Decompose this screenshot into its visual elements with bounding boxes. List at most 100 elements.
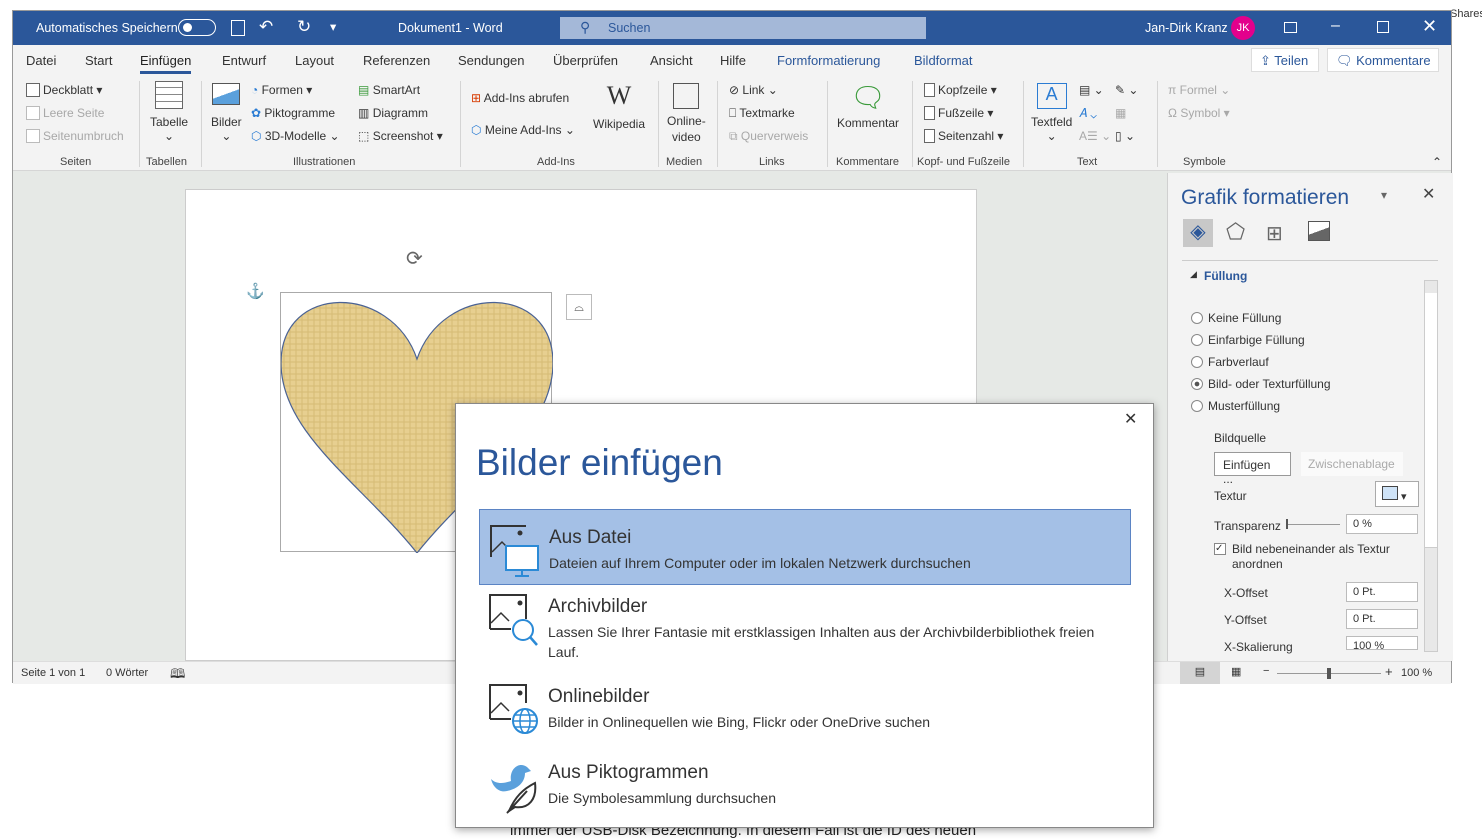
fill-line-tab-icon[interactable]: ◈ (1183, 219, 1213, 247)
textfeld-button[interactable]: A Textfeld ⌄ (1031, 83, 1072, 143)
xskalierung-input[interactable]: 100 % (1346, 636, 1418, 650)
transparenz-input[interactable]: 0 % (1346, 514, 1418, 534)
textur-dropdown[interactable]: ▾ (1375, 481, 1419, 507)
dropcap-button[interactable]: A☰ ⌄ (1079, 129, 1111, 143)
redo-icon[interactable]: ↻ (297, 17, 311, 37)
tab-hilfe[interactable]: Hilfe (720, 53, 746, 68)
xoffset-input[interactable]: 0 Pt. (1346, 582, 1418, 602)
onlinevideo-button[interactable]: Online-video (667, 83, 706, 145)
tab-bildformat[interactable]: Bildformat (914, 53, 973, 68)
tab-einfuegen[interactable]: Einfügen (140, 53, 192, 74)
pane-options-icon[interactable]: ▾ (1381, 188, 1387, 202)
tile-checkbox[interactable]: ✓ (1214, 543, 1226, 555)
undo-icon[interactable]: ↶ (259, 17, 273, 37)
page-count[interactable]: Seite 1 von 1 (21, 667, 85, 679)
deckblatt-button[interactable]: Deckblatt ▾ (26, 83, 102, 97)
option-title: Archivbilder (548, 596, 648, 617)
option-archivbilder[interactable]: Archivbilder Lassen Sie Ihrer Fantasie m… (479, 579, 1131, 669)
dialog-close-icon[interactable]: ✕ (1124, 409, 1137, 429)
insert-pictures-dialog: ✕ Bilder einfügen Aus Datei Dateien auf … (455, 403, 1154, 828)
web-layout-icon[interactable]: ▦ (1231, 665, 1241, 678)
formel-button[interactable]: π Formel ⌄ (1168, 83, 1230, 97)
pane-scrollbar[interactable] (1424, 280, 1438, 652)
picture-tab-icon[interactable] (1308, 221, 1330, 241)
tab-datei[interactable]: Datei (26, 53, 56, 68)
zoom-in-icon[interactable]: + (1385, 664, 1393, 679)
textmarke-button[interactable]: ⎕ Textmarke (729, 106, 795, 121)
piktogramme-button[interactable]: ✿ Piktogramme (251, 106, 335, 120)
signature-button[interactable]: ✎ ⌄ (1115, 83, 1138, 97)
comments-button[interactable]: 🗨 Kommentare (1327, 48, 1439, 72)
wikipedia-button[interactable]: W Wikipedia (593, 81, 645, 131)
collapse-ribbon-icon[interactable]: ⌃ (1432, 155, 1442, 169)
option-onlinebilder[interactable]: Onlinebilder Bilder in Onlinequellen wie… (479, 669, 1131, 745)
querverweis-button[interactable]: ⧉ Querverweis (729, 129, 808, 144)
tabelle-button[interactable]: Tabelle ⌄ (150, 81, 188, 143)
add-ins-abrufen-button[interactable]: ⊞ Add-Ins abrufen (471, 91, 569, 105)
share-button[interactable]: ⇪ Teilen (1251, 48, 1319, 72)
tab-layout[interactable]: Layout (295, 53, 334, 68)
tab-entwurf[interactable]: Entwurf (222, 53, 266, 68)
maximize-icon[interactable] (1377, 21, 1389, 33)
tab-ansicht[interactable]: Ansicht (650, 53, 693, 68)
effects-tab-icon[interactable]: ⬠ (1226, 219, 1245, 245)
ribbon-display-icon[interactable] (1284, 22, 1297, 33)
minimize-icon[interactable]: – (1331, 17, 1340, 35)
smartart-button[interactable]: ▤ SmartArt (358, 83, 420, 97)
yoffset-input[interactable]: 0 Pt. (1346, 609, 1418, 629)
screenshot-button[interactable]: ⬚ Screenshot ▾ (358, 129, 443, 143)
radio-einfarbige-fuellung[interactable]: Einfarbige Füllung (1191, 333, 1305, 347)
zoom-level[interactable]: 100 % (1401, 667, 1432, 679)
save-icon[interactable] (231, 20, 245, 36)
section-fuellung[interactable]: Füllung (1204, 269, 1247, 283)
customize-qat-icon[interactable]: ▾ (330, 19, 336, 34)
zwischenablage-button[interactable]: Zwischenablage (1301, 452, 1403, 476)
kommentar-button[interactable]: 🗨 Kommentar (837, 81, 899, 130)
radio-farbverlauf[interactable]: Farbverlauf (1191, 355, 1269, 369)
print-layout-icon[interactable]: ▤ (1180, 662, 1220, 684)
pane-close-icon[interactable]: ✕ (1422, 184, 1435, 204)
word-count[interactable]: 0 Wörter (106, 667, 148, 679)
layout-options-icon[interactable]: ⌓ (566, 294, 592, 320)
group-tabellen: Tabellen (146, 156, 187, 168)
search-box[interactable]: ⚲ Suchen (560, 17, 926, 39)
object-button[interactable]: ▯ ⌄ (1115, 129, 1135, 143)
bilder-button[interactable]: Bilder ⌄ (211, 83, 242, 143)
meine-add-ins-button[interactable]: ⬡ Meine Add-Ins ⌄ (471, 123, 575, 137)
collapse-triangle-icon[interactable]: ◢ (1190, 269, 1197, 280)
tab-referenzen[interactable]: Referenzen (363, 53, 430, 68)
3d-modelle-button[interactable]: ⬡ 3D-Modelle ⌄ (251, 129, 340, 143)
wordart-button[interactable]: 𝐴 ⌄ (1079, 106, 1097, 121)
tab-sendungen[interactable]: Sendungen (458, 53, 525, 68)
option-aus-piktogrammen[interactable]: Aus Piktogrammen Die Symbolesammlung dur… (479, 745, 1131, 821)
tab-start[interactable]: Start (85, 53, 112, 68)
close-icon[interactable]: ✕ (1422, 16, 1437, 37)
radio-keine-fuellung[interactable]: Keine Füllung (1191, 311, 1281, 325)
rotate-handle-icon[interactable]: ⟳ (406, 246, 423, 271)
leere-seite-button[interactable]: Leere Seite (26, 106, 104, 120)
seitenzahl-button[interactable]: Seitenzahl ▾ (924, 129, 1003, 143)
option-title: Aus Piktogrammen (548, 762, 709, 783)
einfuegen-button[interactable]: Einfügen ... (1214, 452, 1291, 486)
tab-ueberpruefen[interactable]: Überprüfen (553, 53, 618, 68)
zoom-out-icon[interactable]: − (1263, 665, 1269, 677)
kopfzeile-button[interactable]: Kopfzeile ▾ (924, 83, 997, 97)
proofing-icon[interactable]: 🕮 (170, 665, 185, 687)
option-aus-datei[interactable]: Aus Datei Dateien auf Ihrem Computer ode… (479, 509, 1131, 585)
zoom-slider[interactable] (1277, 668, 1381, 679)
formen-button[interactable]: ◔ Formen ▾ (251, 83, 312, 97)
transparenz-slider[interactable] (1286, 519, 1340, 529)
radio-bild-texturfuellung[interactable]: Bild- oder Texturfüllung (1191, 377, 1331, 391)
symbol-button[interactable]: Ω Symbol ▾ (1168, 106, 1230, 120)
seitenumbruch-button[interactable]: Seitenumbruch (26, 129, 124, 143)
radio-musterfuellung[interactable]: Musterfüllung (1191, 399, 1280, 413)
link-button[interactable]: ⊘ Link ⌄ (729, 83, 778, 97)
quickparts-button[interactable]: ▤ ⌄ (1079, 83, 1104, 97)
diagramm-button[interactable]: ▥ Diagramm (358, 106, 428, 120)
autosave-toggle[interactable] (178, 19, 216, 36)
fusszeile-button[interactable]: Fußzeile ▾ (924, 106, 993, 120)
layout-size-tab-icon[interactable]: ⊞ (1266, 221, 1283, 246)
date-time-button[interactable]: ▦ (1115, 106, 1126, 120)
avatar[interactable]: JK (1231, 16, 1255, 40)
tab-formformatierung[interactable]: Formformatierung (777, 53, 880, 68)
